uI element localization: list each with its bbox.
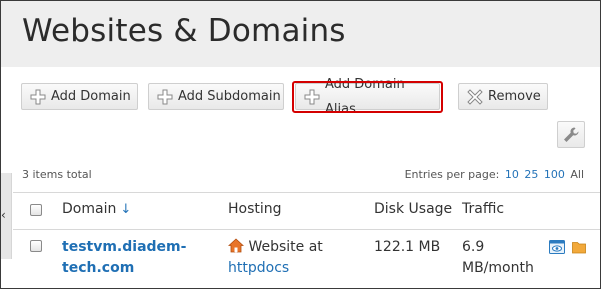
column-disk-usage[interactable]: Disk Usage (374, 201, 452, 217)
remove-icon (467, 88, 483, 105)
table-row: testvm.diadem- tech.com Website at httpd… (13, 229, 600, 290)
remove-button[interactable]: Remove (458, 83, 548, 110)
page-header: Websites & Domains (1, 1, 600, 67)
traffic-line-1: 6.9 (462, 239, 485, 255)
traffic-value: 6.9 MB/month (462, 237, 534, 279)
entries-option-25[interactable]: 25 (524, 168, 538, 181)
entries-option-all[interactable]: All (570, 168, 584, 181)
traffic-line-2: MB/month (462, 260, 534, 276)
collapse-arrow-icon[interactable]: ‹ (1, 208, 6, 222)
page-title: Websites & Domains (22, 13, 346, 49)
row-checkbox[interactable] (30, 240, 42, 252)
disk-usage-value: 122.1 MB (374, 239, 441, 255)
remove-label: Remove (488, 89, 541, 104)
plus-icon (157, 89, 173, 104)
hosting-cell: Website at httpdocs (227, 237, 323, 279)
folder-icon[interactable] (572, 240, 586, 254)
add-subdomain-button[interactable]: Add Subdomain (148, 83, 284, 110)
column-traffic[interactable]: Traffic (462, 201, 504, 217)
highlight-box (292, 81, 443, 113)
domain-line-2: tech.com (62, 260, 135, 276)
preview-icon[interactable] (549, 240, 565, 254)
column-domain-label: Domain (62, 201, 117, 217)
column-hosting[interactable]: Hosting (228, 201, 282, 217)
domain-link[interactable]: testvm.diadem- tech.com (62, 237, 186, 279)
row-actions (549, 240, 586, 254)
entries-label: Entries per page: (404, 168, 500, 181)
hosting-httpdocs-link[interactable]: httpdocs (228, 260, 289, 276)
add-subdomain-label: Add Subdomain (178, 89, 281, 104)
sort-down-icon: ↓ (120, 202, 132, 217)
select-all-checkbox[interactable] (30, 204, 42, 216)
add-domain-button[interactable]: Add Domain (21, 83, 138, 110)
entries-option-100[interactable]: 100 (544, 168, 565, 181)
add-domain-label: Add Domain (51, 89, 131, 104)
hosting-text: Website at (248, 239, 323, 255)
domain-line-1: testvm.diadem- (62, 239, 187, 255)
items-total: 3 items total (22, 168, 92, 181)
wrench-icon (564, 126, 579, 142)
home-icon (227, 238, 245, 253)
entries-per-page: Entries per page: 10 25 100 All (405, 168, 584, 181)
entries-option-10[interactable]: 10 (505, 168, 519, 181)
column-domain[interactable]: Domain ↓ (62, 201, 131, 217)
plus-icon (30, 89, 46, 104)
table-header: Domain ↓ Hosting Disk Usage Traffic (13, 192, 600, 230)
tools-button[interactable] (557, 121, 585, 148)
